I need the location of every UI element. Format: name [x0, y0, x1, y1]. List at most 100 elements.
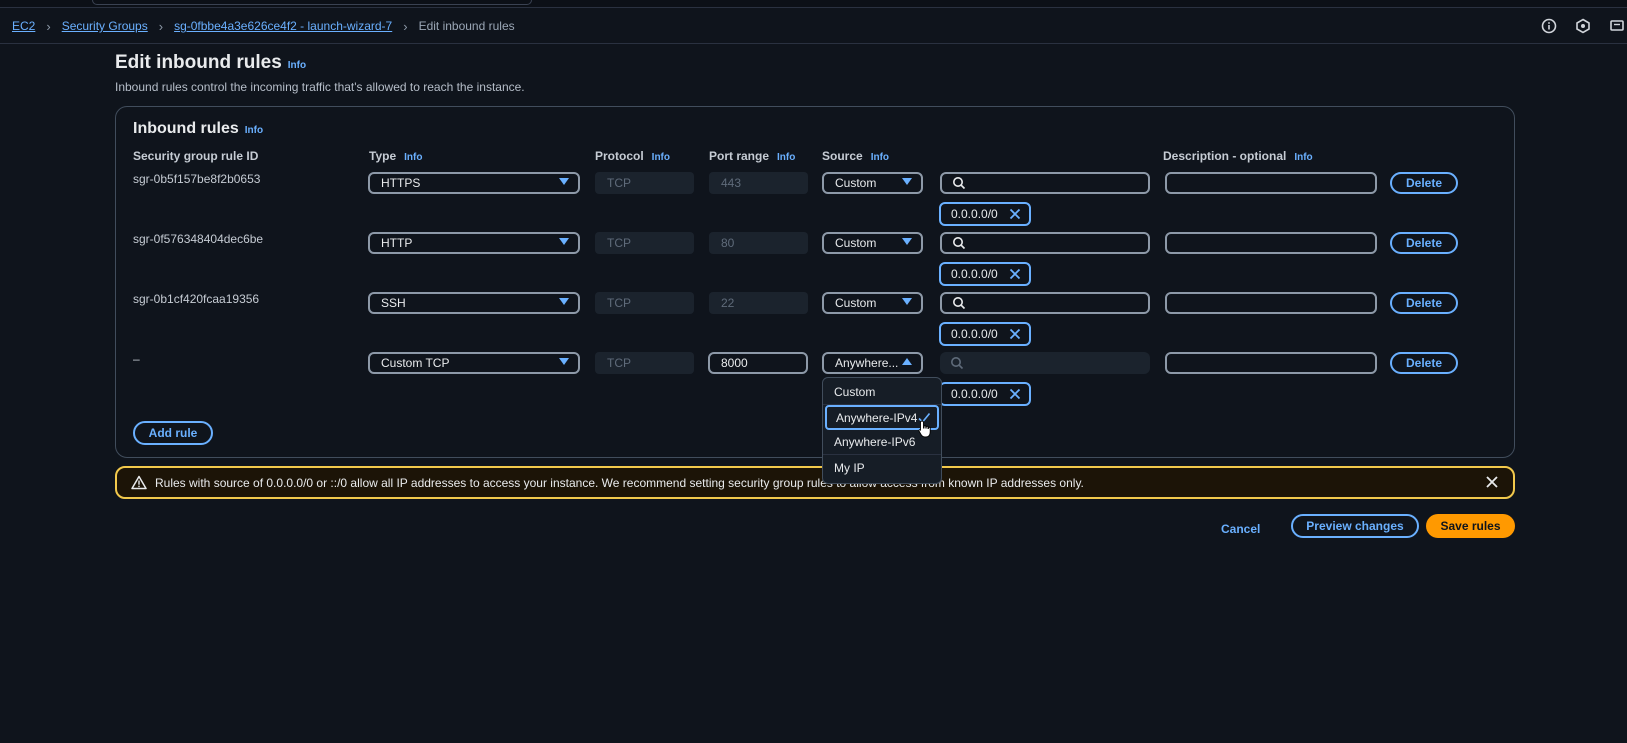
caret-down-icon	[559, 358, 569, 365]
add-rule-button[interactable]: Add rule	[133, 421, 213, 445]
type-select-value: HTTP	[381, 236, 413, 250]
source-select-value: Anywhere...	[835, 356, 899, 370]
source-select-value: Custom	[835, 176, 877, 190]
description-input-1[interactable]	[1165, 172, 1377, 194]
protocol-field-4: TCP	[595, 352, 694, 374]
port-input-4[interactable]: 8000	[708, 352, 808, 374]
source-select-4[interactable]: Anywhere...	[822, 352, 923, 374]
option-label: Custom	[834, 385, 876, 399]
cidr-token-value: 0.0.0.0/0	[951, 327, 998, 341]
chevron-right-icon: ›	[403, 18, 408, 34]
breadcrumb-security-group[interactable]: sg-0fbbe4a3e626ce4f2 - launch-wizard-7	[174, 19, 392, 33]
close-icon[interactable]	[1008, 267, 1022, 284]
info-circle-icon[interactable]	[1539, 16, 1559, 36]
protocol-field-2: TCP	[595, 232, 694, 254]
description-input-3[interactable]	[1165, 292, 1377, 314]
cidr-search-input-3[interactable]	[940, 292, 1150, 314]
col-head-rule-id-text: Security group rule ID	[133, 149, 259, 163]
protocol-info-link[interactable]: Info	[652, 152, 670, 163]
source-info-link[interactable]: Info	[871, 152, 889, 163]
type-select-4[interactable]: Custom TCP	[368, 352, 580, 374]
cidr-token-1: 0.0.0.0/0	[939, 202, 1031, 226]
source-select-value: Custom	[835, 236, 877, 250]
col-head-source-text: Source	[822, 149, 863, 163]
col-head-description-text: Description - optional	[1163, 149, 1287, 163]
delete-button-3[interactable]: Delete	[1390, 292, 1458, 314]
source-select-1[interactable]: Custom	[822, 172, 923, 194]
option-label: Anywhere-IPv4	[836, 410, 918, 425]
description-input-2[interactable]	[1165, 232, 1377, 254]
col-head-type: Type Info	[369, 149, 422, 163]
chevron-right-icon: ›	[46, 18, 51, 34]
close-icon[interactable]	[1008, 207, 1022, 224]
caret-down-icon	[559, 298, 569, 305]
port-field-1: 443	[709, 172, 808, 194]
source-select-2[interactable]: Custom	[822, 232, 923, 254]
port-field-3: 22	[709, 292, 808, 314]
type-select-value: Custom TCP	[381, 356, 450, 370]
source-option-my-ip[interactable]: My IP	[823, 455, 941, 480]
type-info-link[interactable]: Info	[404, 152, 422, 163]
port-info-link[interactable]: Info	[777, 152, 795, 163]
caret-up-icon	[902, 358, 912, 365]
col-head-port-range-text: Port range	[709, 149, 770, 163]
preview-changes-button[interactable]: Preview changes	[1291, 514, 1419, 538]
close-icon[interactable]	[1008, 387, 1022, 404]
close-icon[interactable]	[1485, 475, 1499, 492]
cidr-search-input-1[interactable]	[940, 172, 1150, 194]
description-input-4[interactable]	[1165, 352, 1377, 374]
breadcrumb-ec2[interactable]: EC2	[12, 19, 35, 33]
breadcrumb-current: Edit inbound rules	[418, 19, 515, 33]
page-description: Inbound rules control the incoming traff…	[115, 80, 525, 94]
tab-outline	[92, 0, 532, 5]
delete-button-4[interactable]: Delete	[1390, 352, 1458, 374]
cidr-token-2: 0.0.0.0/0	[939, 262, 1031, 286]
col-head-protocol-text: Protocol	[595, 149, 644, 163]
page-title-text: Edit inbound rules	[115, 52, 282, 73]
type-select-3[interactable]: SSH	[368, 292, 580, 314]
hexagon-icon[interactable]	[1573, 16, 1593, 36]
notifications-icon[interactable]	[1607, 16, 1627, 36]
col-head-source: Source Info	[822, 149, 889, 163]
save-rules-button[interactable]: Save rules	[1426, 514, 1515, 538]
page-info-link[interactable]: Info	[288, 60, 306, 71]
panel-info-link[interactable]: Info	[245, 125, 263, 136]
warning-text: Rules with source of 0.0.0.0/0 or ::/0 a…	[155, 475, 1084, 490]
cidr-token-value: 0.0.0.0/0	[951, 267, 998, 281]
col-head-rule-id: Security group rule ID	[133, 149, 258, 163]
header-divider	[0, 43, 1627, 44]
header-utility-icons	[1539, 16, 1627, 36]
cidr-token-4: 0.0.0.0/0	[939, 382, 1031, 406]
delete-button-1[interactable]: Delete	[1390, 172, 1458, 194]
description-info-link[interactable]: Info	[1294, 152, 1312, 163]
type-select-1[interactable]: HTTPS	[368, 172, 580, 194]
delete-button-2[interactable]: Delete	[1390, 232, 1458, 254]
cancel-button[interactable]: Cancel	[1221, 518, 1260, 540]
cidr-search-input-2[interactable]	[940, 232, 1150, 254]
cidr-token-3: 0.0.0.0/0	[939, 322, 1031, 346]
search-icon	[953, 297, 966, 310]
close-icon[interactable]	[1008, 327, 1022, 344]
pointer-cursor-icon	[918, 420, 932, 441]
warning-icon	[131, 475, 147, 490]
search-icon	[953, 237, 966, 250]
cidr-token-value: 0.0.0.0/0	[951, 207, 998, 221]
caret-down-icon	[559, 238, 569, 245]
type-select-2[interactable]: HTTP	[368, 232, 580, 254]
protocol-field-3: TCP	[595, 292, 694, 314]
col-head-type-text: Type	[369, 149, 397, 163]
warning-alert: Rules with source of 0.0.0.0/0 or ::/0 a…	[115, 466, 1515, 499]
cidr-search-input-4	[940, 352, 1150, 374]
page-title: Edit inbound rules Info	[115, 52, 306, 74]
protocol-field-1: TCP	[595, 172, 694, 194]
source-option-custom[interactable]: Custom	[823, 380, 941, 405]
rule-id-3: sgr-0b1cf420fcaa19356	[133, 292, 260, 306]
breadcrumb-security-groups[interactable]: Security Groups	[62, 19, 148, 33]
caret-down-icon	[902, 238, 912, 245]
col-head-port-range: Port range Info	[709, 149, 795, 163]
rule-id-2: sgr-0f576348404dec6be	[133, 232, 264, 246]
rule-id-4: –	[133, 352, 140, 366]
rule-id-1: sgr-0b5f157be8f2b0653	[133, 172, 261, 186]
chevron-right-icon: ›	[158, 18, 164, 34]
source-select-3[interactable]: Custom	[822, 292, 923, 314]
